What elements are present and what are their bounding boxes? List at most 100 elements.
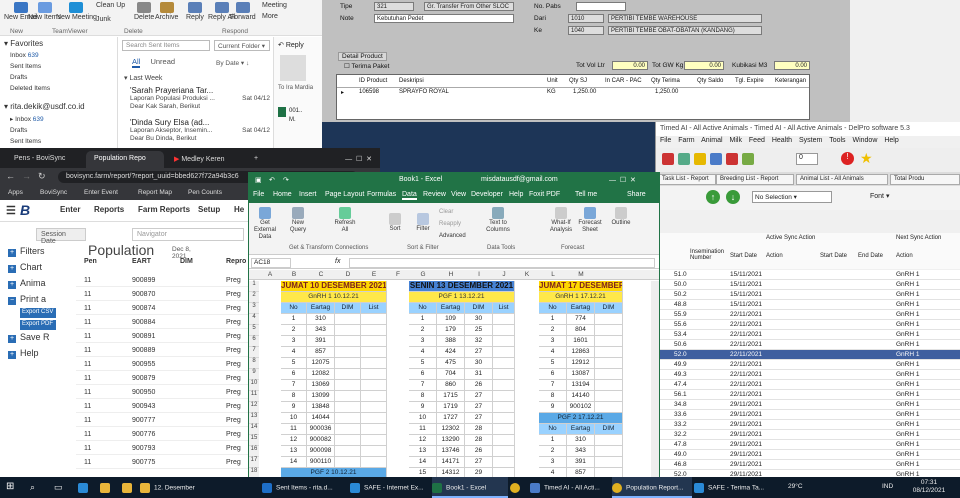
column-letter[interactable]: A xyxy=(259,271,281,278)
tab-all[interactable]: All xyxy=(132,57,141,68)
row-number[interactable]: 6 xyxy=(249,336,259,347)
dim-cell[interactable]: 32 xyxy=(465,336,493,347)
column-header[interactable]: DIM xyxy=(595,424,623,435)
column-letter[interactable]: K xyxy=(515,271,539,278)
no-cell[interactable]: 12 xyxy=(409,435,437,446)
detail-product-tab[interactable]: Detail Product xyxy=(338,52,387,61)
sort-button[interactable]: Sort xyxy=(385,213,405,233)
farm-icon[interactable] xyxy=(678,153,690,165)
sidebar-chart[interactable]: + Chart xyxy=(8,262,42,273)
eartag-cell[interactable]: 13069 xyxy=(307,380,335,391)
taskbar-item-safe-ie[interactable]: SAFE - Internet Ex... xyxy=(350,477,432,498)
list-cell[interactable] xyxy=(361,347,387,358)
advanced-button[interactable]: Advanced xyxy=(439,233,466,240)
star-icon[interactable]: ★ xyxy=(860,150,873,167)
col-repro[interactable]: Repro xyxy=(226,258,246,272)
column-header[interactable]: List xyxy=(493,303,515,314)
reading-reply-button[interactable]: ↶ Reply xyxy=(278,41,304,49)
meeting-button[interactable]: Meeting xyxy=(262,2,287,10)
start-button[interactable]: ⊞ xyxy=(6,477,22,498)
eartag-cell[interactable]: 1719 xyxy=(437,402,465,413)
dim-cell[interactable] xyxy=(595,435,623,446)
eartag-cell[interactable]: 12082 xyxy=(307,369,335,380)
table-row[interactable]: 49.0 29/11/2021 GnRH 1 xyxy=(656,450,960,460)
eartag-cell[interactable]: 1715 xyxy=(437,391,465,402)
eartag-cell[interactable]: 13194 xyxy=(567,380,595,391)
archive-button[interactable]: Archive xyxy=(155,2,178,22)
sidebar-filters[interactable]: + Filters xyxy=(8,246,45,257)
menu-icon[interactable]: ☰ xyxy=(6,204,16,217)
eartag-cell[interactable]: 12302 xyxy=(437,424,465,435)
column-header[interactable]: DIM xyxy=(335,303,361,314)
tipe-desc-field[interactable]: Gr. Transfer From Other SLOC xyxy=(424,2,514,11)
table-row[interactable]: 47.4 22/11/2021 GnRH 1 xyxy=(656,380,960,390)
delete-button[interactable]: Delete xyxy=(134,2,154,22)
eartag-cell[interactable]: 13746 xyxy=(437,446,465,457)
dim-cell[interactable] xyxy=(335,314,361,325)
list-cell[interactable] xyxy=(493,380,515,391)
feed-icon[interactable] xyxy=(742,153,754,165)
column-header[interactable]: No xyxy=(539,303,567,314)
no-cell[interactable]: 13 xyxy=(409,446,437,457)
no-cell[interactable]: 1 xyxy=(539,314,567,325)
block-subtitle[interactable]: PGF 2 17.12.21 xyxy=(539,413,623,424)
no-cell[interactable]: 9 xyxy=(409,402,437,413)
dim-cell[interactable]: 31 xyxy=(465,369,493,380)
row-number[interactable]: 2 xyxy=(249,292,259,303)
table-row[interactable]: 53.4 22/11/2021 GnRH 1 xyxy=(656,330,960,340)
get-external-data-button[interactable]: Get External Data xyxy=(251,207,279,241)
list-cell[interactable] xyxy=(493,413,515,424)
eartag-cell[interactable]: 900082 xyxy=(307,435,335,446)
table-row[interactable]: 50.2 15/11/2021 GnRH 1 xyxy=(656,290,960,300)
no-cell[interactable]: 12 xyxy=(281,435,307,446)
dim-cell[interactable] xyxy=(335,424,361,435)
no-cell[interactable]: 11 xyxy=(409,424,437,435)
list-cell[interactable] xyxy=(361,391,387,402)
list-cell[interactable] xyxy=(493,347,515,358)
dim-cell[interactable] xyxy=(595,314,623,325)
list-cell[interactable] xyxy=(493,325,515,336)
down-arrow-icon[interactable]: ↓ xyxy=(726,190,740,204)
stop-icon[interactable]: ! xyxy=(841,152,854,165)
reapply-button[interactable]: Reapply xyxy=(439,221,461,228)
favorites-header[interactable]: ▾ Favorites xyxy=(0,37,117,50)
no-cell[interactable]: 3 xyxy=(281,336,307,347)
nav-help[interactable]: He xyxy=(234,205,244,214)
eartag-cell[interactable]: 12863 xyxy=(567,347,595,358)
menu-file[interactable]: File xyxy=(660,137,671,144)
column-letter[interactable]: M xyxy=(567,271,595,278)
taskbar-item-excel[interactable]: Book1 - Excel xyxy=(432,477,508,498)
no-cell[interactable]: 1 xyxy=(539,435,567,446)
no-cell[interactable]: 6 xyxy=(281,369,307,380)
dim-cell[interactable] xyxy=(335,325,361,336)
column-letter[interactable]: I xyxy=(465,271,493,278)
nav-enter[interactable]: Enter xyxy=(60,205,80,214)
dim-cell[interactable]: 27 xyxy=(465,457,493,468)
table-row[interactable]: 52.0 29/11/2021 GnRH 1 xyxy=(656,470,960,477)
column-header[interactable]: List xyxy=(361,303,387,314)
text-to-columns-button[interactable]: Text to Columns xyxy=(483,207,513,234)
row-number[interactable]: 10 xyxy=(249,380,259,391)
list-cell[interactable] xyxy=(493,358,515,369)
list-cell[interactable] xyxy=(493,424,515,435)
block-subtitle[interactable]: GnRH 1 10.12.21 xyxy=(281,292,387,303)
menu-health[interactable]: Health xyxy=(772,137,792,144)
no-cell[interactable]: 14 xyxy=(409,457,437,468)
filter-button[interactable]: Filter xyxy=(413,213,433,233)
menu-feed[interactable]: Feed xyxy=(749,137,765,144)
dim-cell[interactable]: 27 xyxy=(465,413,493,424)
dim-cell[interactable]: 30 xyxy=(465,358,493,369)
menu-data[interactable]: Data xyxy=(402,191,417,200)
eartag-cell[interactable]: 13087 xyxy=(567,369,595,380)
table-row[interactable]: 50.0 15/11/2021 GnRH 1 xyxy=(656,280,960,290)
menu-milk[interactable]: Milk xyxy=(730,137,742,144)
tab-breeding-list[interactable]: Breeding List - Report xyxy=(716,174,794,185)
table-row[interactable]: 51.0 15/11/2021 GnRH 1 xyxy=(656,270,960,280)
no-cell[interactable]: 3 xyxy=(409,336,437,347)
milk-icon[interactable] xyxy=(694,153,706,165)
column-letter[interactable]: C xyxy=(307,271,335,278)
no-cell[interactable]: 1 xyxy=(281,314,307,325)
forward-button[interactable]: Forward xyxy=(230,2,256,22)
list-cell[interactable] xyxy=(361,325,387,336)
list-cell[interactable] xyxy=(361,435,387,446)
